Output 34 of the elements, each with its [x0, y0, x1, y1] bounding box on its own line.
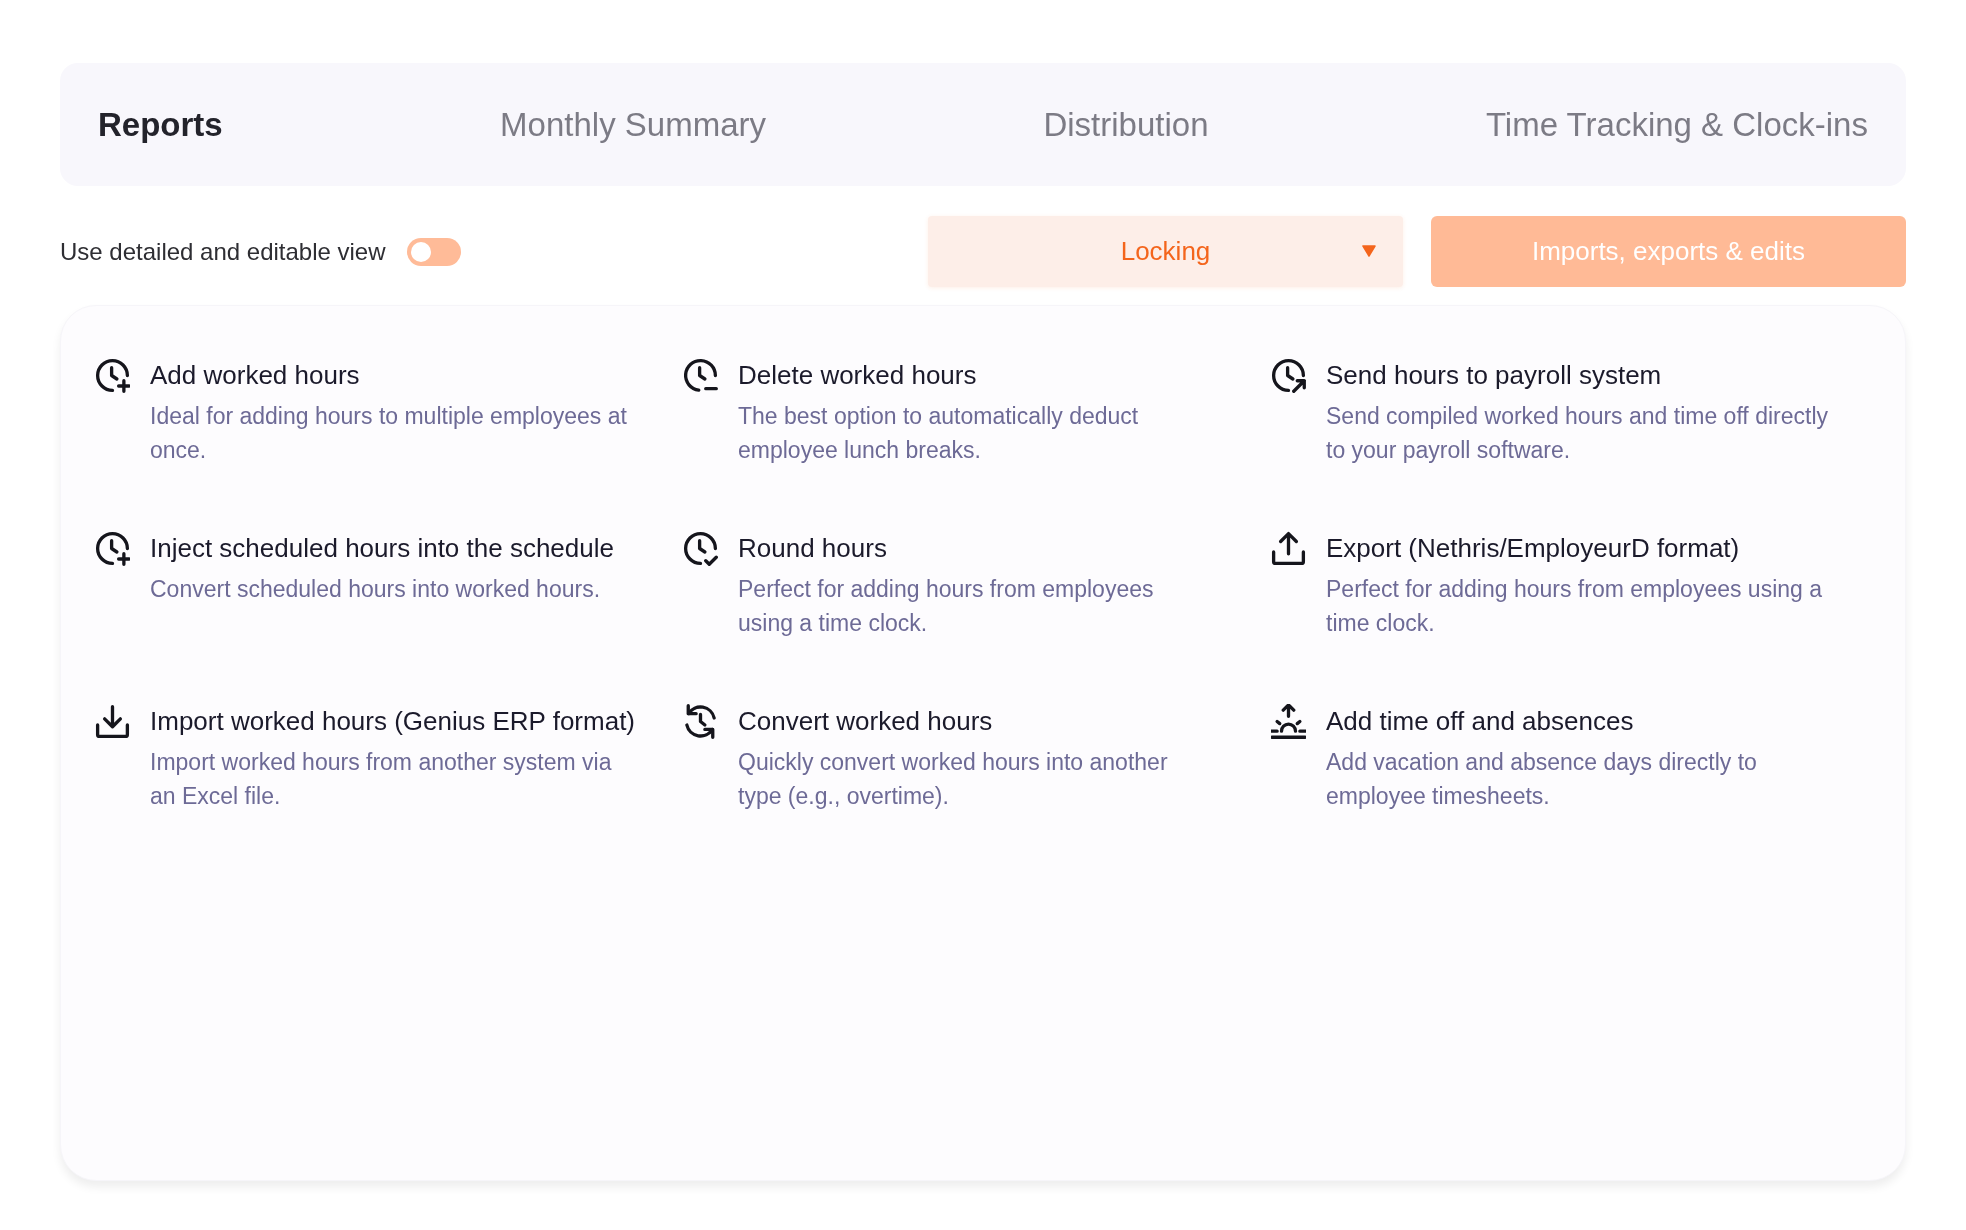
- action-description: Quickly convert worked hours into another type (e.g., overtime).: [738, 748, 1169, 811]
- tab[interactable]: Time Tracking & Clock-ins: [1485, 99, 1868, 150]
- action-description: Convert scheduled hours into worked hours.: [150, 575, 602, 604]
- action-description: Send compiled worked hours and time off directly to your payroll software.: [1326, 402, 1829, 465]
- toggle-label: Use detailed and editable view: [60, 236, 386, 267]
- action-title[interactable]: Send hours to payroll system: [1326, 358, 1662, 392]
- clock-arrow-icon: [1271, 358, 1306, 393]
- upload-icon: [1271, 531, 1306, 566]
- clock-plus-icon: [95, 531, 130, 566]
- action-title[interactable]: Inject scheduled hours into the schedule: [150, 531, 614, 565]
- action-description: Perfect for adding hours from employees using a time clock.: [738, 575, 1155, 638]
- clock-minus-icon: [683, 358, 718, 393]
- tab[interactable]: Reports: [98, 99, 223, 150]
- tab[interactable]: Distribution: [1043, 99, 1209, 150]
- clock-refresh-icon: [683, 704, 718, 739]
- download-icon: [95, 704, 130, 739]
- action-title[interactable]: Add time off and absences: [1326, 704, 1634, 738]
- action-description: Import worked hours from another system via an Excel file.: [150, 748, 613, 811]
- action-title[interactable]: Convert worked hours: [738, 704, 993, 738]
- action-title[interactable]: Add worked hours: [150, 358, 360, 392]
- action-title[interactable]: Round hours: [738, 531, 887, 565]
- action-description: Ideal for adding hours to multiple employees at once.: [150, 402, 628, 465]
- caret-icon: [1362, 245, 1376, 257]
- action-description: The best option to automatically deduct employee lunch breaks.: [738, 402, 1140, 465]
- sunrise-icon: [1271, 704, 1306, 739]
- action-title[interactable]: Delete worked hours: [738, 358, 977, 392]
- clock-check-icon: [683, 531, 718, 566]
- clock-plus-icon: [95, 358, 130, 393]
- action-title[interactable]: Import worked hours (Genius ERP format): [150, 704, 636, 738]
- tab[interactable]: Monthly Summary: [500, 99, 766, 150]
- action-description: Perfect for adding hours from employees using a time clock.: [1326, 575, 1824, 638]
- toggle-switch[interactable]: [406, 237, 461, 266]
- action-title[interactable]: Export (Nethris/EmployeurD format): [1326, 531, 1740, 565]
- action-description: Add vacation and absence days directly to employee timesheets.: [1326, 748, 1758, 811]
